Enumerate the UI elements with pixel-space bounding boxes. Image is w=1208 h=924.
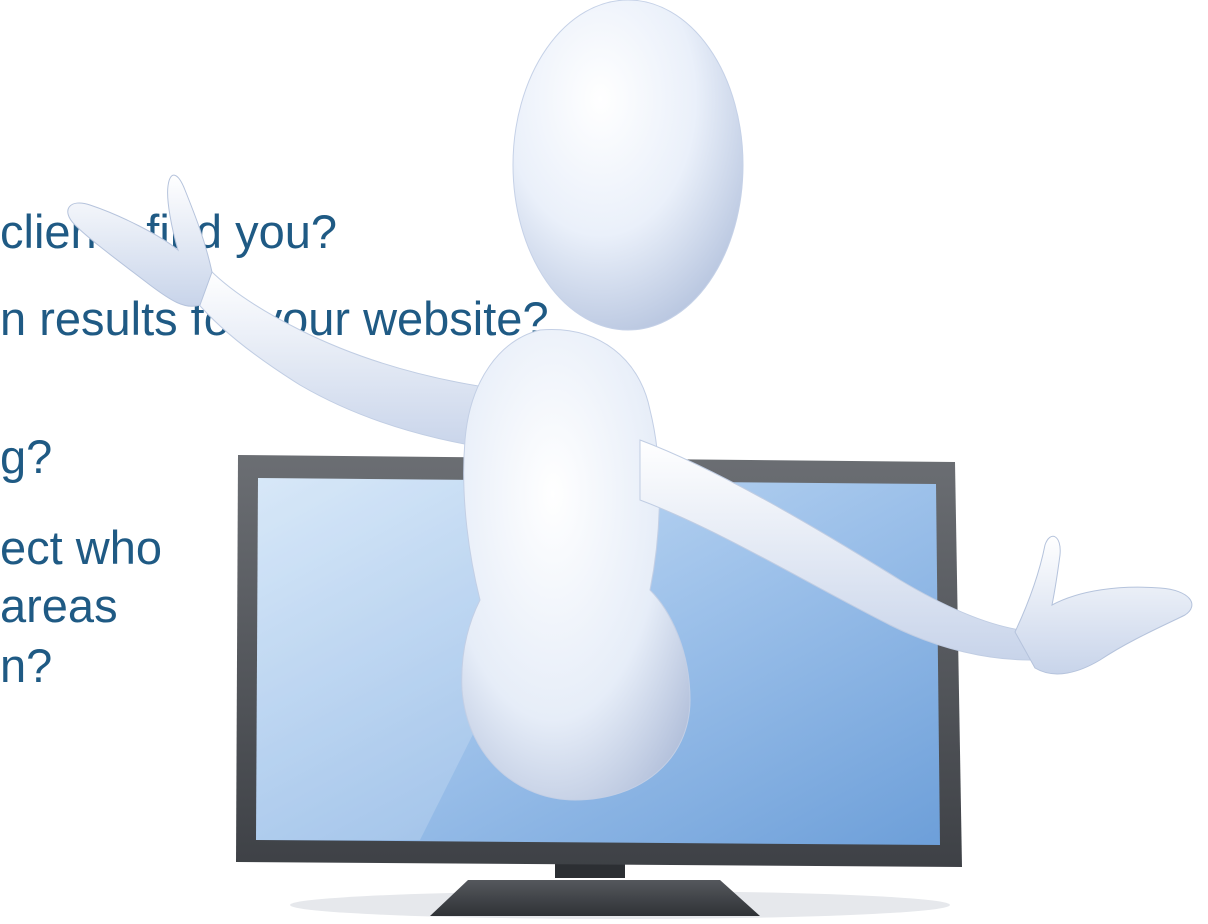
head: [512, 0, 744, 331]
left-arm: [194, 269, 506, 451]
right-hand: [1014, 535, 1193, 675]
slide-canvas: clients find you? n results for your web…: [0, 0, 1208, 924]
stick-figure: [67, 0, 1193, 801]
left-hand: [67, 174, 213, 307]
monitor-stand: [430, 860, 760, 916]
figure-in-monitor-illustration: [67, 0, 1193, 919]
